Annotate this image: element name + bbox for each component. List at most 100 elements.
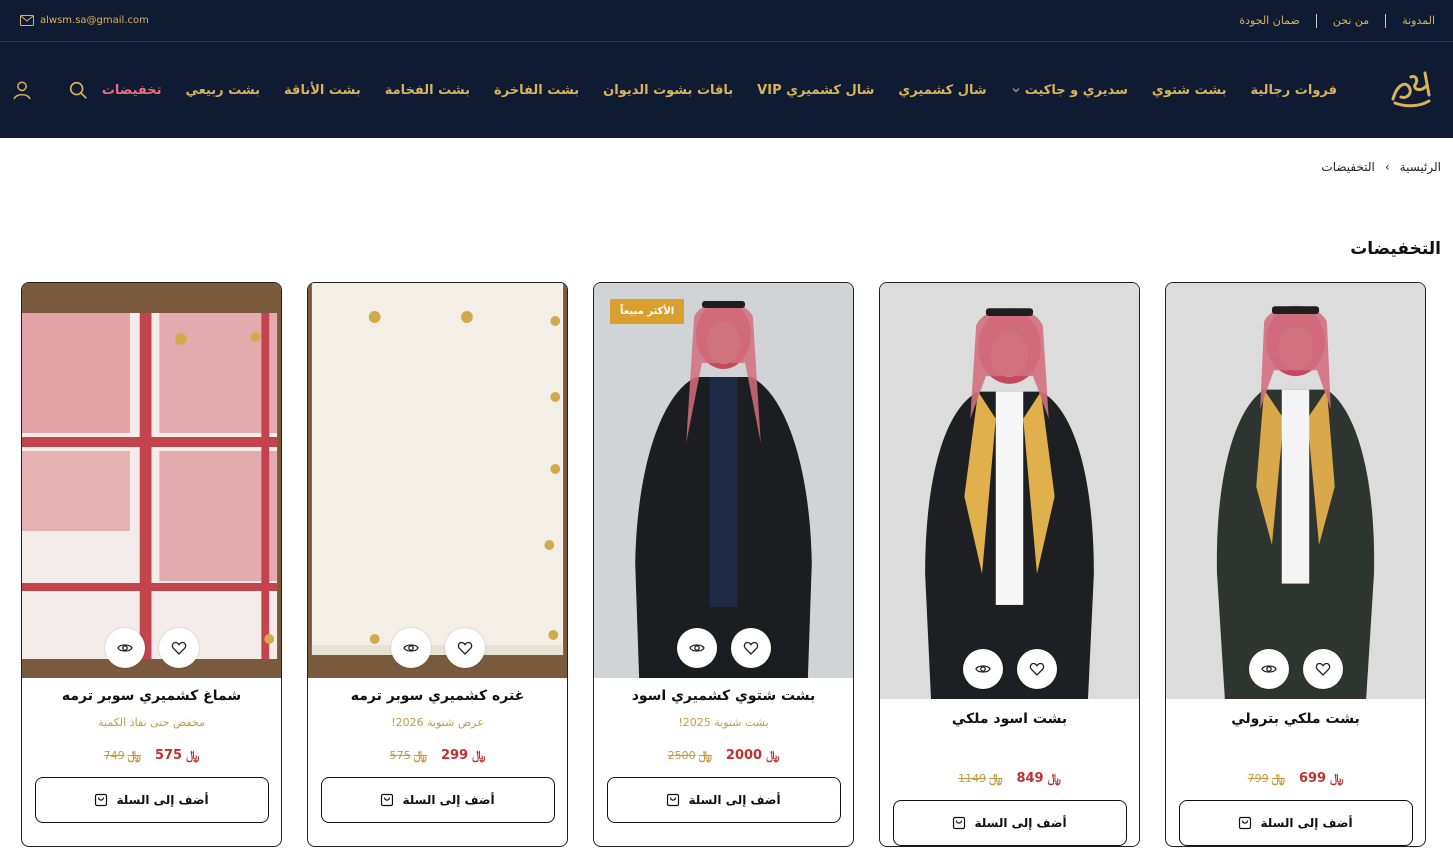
eye-icon <box>402 644 419 652</box>
email-text: alwsm.sa@gmail.com <box>40 15 149 26</box>
product-card[interactable]: شماغ كشميري سوبر ترمه مخفض حتى نفاذ الكم… <box>21 282 282 847</box>
currency-icon: ﷼ <box>472 748 486 762</box>
product-image[interactable] <box>1166 283 1425 699</box>
currency-icon: ﷼ <box>413 748 427 762</box>
product-image[interactable] <box>22 283 281 678</box>
product-photo <box>594 283 853 678</box>
old-price-value: 2500 <box>667 749 696 762</box>
product-image[interactable]: الأكثر مبيعاً <box>594 283 853 678</box>
logo[interactable] <box>1385 62 1435 118</box>
wishlist-button[interactable] <box>730 628 771 668</box>
price-value: 299 <box>440 748 469 763</box>
wishlist-button[interactable] <box>444 628 485 668</box>
product-name[interactable]: شماغ كشميري سوبر ترمه <box>62 688 241 704</box>
nav-menu: فروات رجالية بشت شتوي سديري و جاكيت شال … <box>90 83 1349 98</box>
add-to-cart-button[interactable]: أضف إلى السلة <box>320 777 555 823</box>
bestseller-badge: الأكثر مبيعاً <box>610 299 685 324</box>
nav-item-sadiri[interactable]: سديري و جاكيت <box>999 83 1140 98</box>
add-to-cart-label: أضف إلى السلة <box>974 816 1067 830</box>
wishlist-button[interactable] <box>1302 649 1343 689</box>
quality-link[interactable]: ضمان الجودة <box>1223 14 1315 28</box>
product-photo <box>308 283 567 678</box>
nav-item-luxury-bisht[interactable]: بشت الفاخرة <box>482 83 591 98</box>
breadcrumb: الرئيسية › التخفيضات <box>0 138 1453 174</box>
add-to-cart-label: أضف إلى السلة <box>1260 816 1353 830</box>
product-card[interactable]: الأكثر مبيعاً بشت شتوي كشميري اسود بشت ش… <box>593 282 854 847</box>
price-value: 699 <box>1298 771 1327 786</box>
wishlist-button[interactable] <box>1016 649 1057 689</box>
currency-icon: ﷼ <box>766 748 780 762</box>
top-bar: المدونة من نحن ضمان الجودة alwsm.sa@gmai… <box>0 0 1453 42</box>
product-info: شماغ كشميري سوبر ترمه مخفض حتى نفاذ الكم… <box>22 678 281 846</box>
nav-item-cashmere-vip[interactable]: شال كشميري VIP <box>745 83 886 98</box>
nav-item-elegance-bisht[interactable]: بشت الأناقة <box>272 83 373 98</box>
product-name[interactable]: بشت ملكي بترولي <box>1231 711 1360 727</box>
add-to-cart-button[interactable]: أضف إلى السلة <box>892 800 1127 846</box>
add-to-cart-button[interactable]: أضف إلى السلة <box>34 777 269 823</box>
currency-icon: ﷼ <box>1271 771 1285 785</box>
product-prices: ﷼ 849 ﷼ 1149 <box>958 771 1061 786</box>
quick-view-button[interactable] <box>390 628 431 668</box>
nav-item-furs[interactable]: فروات رجالية <box>1238 83 1349 98</box>
product-grid: بشت ملكي بترولي ﷼ 699 ﷼ 799 أضف إلى السلة <box>21 282 1426 847</box>
price-value: 575 <box>154 748 183 763</box>
currency-icon: ﷼ <box>989 771 1003 785</box>
bag-icon <box>95 793 108 807</box>
product-subtitle: بشت شتوية 2025! <box>678 716 769 729</box>
current-price: ﷼ 699 <box>1299 771 1343 786</box>
page-title: التخفيضات <box>1350 239 1441 259</box>
wishlist-button[interactable] <box>158 628 199 668</box>
product-prices: ﷼ 299 ﷼ 575 <box>390 748 486 763</box>
product-prices: ﷼ 699 ﷼ 799 <box>1248 771 1344 786</box>
product-card[interactable]: بشت اسود ملكي ﷼ 849 ﷼ 1149 أضف إلى السلة <box>879 282 1140 847</box>
account-button[interactable] <box>10 78 34 102</box>
breadcrumb-home[interactable]: الرئيسية <box>1400 160 1441 174</box>
price-value: 2000 <box>725 748 763 763</box>
heart-icon <box>171 641 186 655</box>
nav-item-sale[interactable]: تخفيضات <box>90 83 174 98</box>
mail-icon <box>20 15 34 26</box>
heart-icon <box>743 641 758 655</box>
product-photo <box>880 283 1139 699</box>
search-button[interactable] <box>66 78 90 102</box>
nav-item-diwan-packages[interactable]: باقات بشوت الديوان <box>591 83 745 98</box>
about-link[interactable]: من نحن <box>1315 13 1385 28</box>
quick-actions <box>594 628 853 668</box>
nav-item-winter-bisht[interactable]: بشت شتوي <box>1140 83 1239 98</box>
quick-view-button[interactable] <box>1248 649 1289 689</box>
product-card[interactable]: غتره كشميري سوبر ترمه عرض شتوية 2026! ﷼ 2… <box>307 282 568 847</box>
search-icon <box>69 81 87 99</box>
heart-icon <box>457 641 472 655</box>
logo-mark-icon <box>1391 71 1431 108</box>
eye-icon <box>116 644 133 652</box>
product-image[interactable] <box>880 283 1139 699</box>
product-info: بشت ملكي بترولي ﷼ 699 ﷼ 799 أضف إلى السلة <box>1166 699 1425 846</box>
product-name[interactable]: بشت اسود ملكي <box>952 711 1067 727</box>
product-image[interactable] <box>308 283 567 678</box>
quick-actions <box>22 628 281 668</box>
old-price: ﷼ 749 <box>104 748 141 763</box>
product-card[interactable]: بشت ملكي بترولي ﷼ 699 ﷼ 799 أضف إلى السلة <box>1165 282 1426 847</box>
user-icon <box>13 81 31 100</box>
currency-icon: ﷼ <box>698 748 712 762</box>
quick-view-button[interactable] <box>676 628 717 668</box>
email-contact[interactable]: alwsm.sa@gmail.com <box>20 15 149 26</box>
product-info: غتره كشميري سوبر ترمه عرض شتوية 2026! ﷼ 2… <box>308 678 567 846</box>
nav-item-label: سديري و جاكيت <box>1024 82 1128 98</box>
nav-icons: 1 <box>0 78 90 102</box>
currency-icon: ﷼ <box>1330 771 1344 785</box>
add-to-cart-label: أضف إلى السلة <box>688 793 781 807</box>
quick-view-button[interactable] <box>962 649 1003 689</box>
product-name[interactable]: غتره كشميري سوبر ترمه <box>351 688 525 704</box>
bag-icon <box>1239 816 1252 830</box>
add-to-cart-button[interactable]: أضف إلى السلة <box>1178 800 1413 846</box>
nav-item-grandeur-bisht[interactable]: بشت الفخامة <box>373 83 482 98</box>
currency-icon: ﷼ <box>127 748 141 762</box>
bag-icon <box>953 816 966 830</box>
quick-view-button[interactable] <box>104 628 145 668</box>
add-to-cart-button[interactable]: أضف إلى السلة <box>606 777 841 823</box>
nav-item-cashmere-shawl[interactable]: شال كشميري <box>886 83 998 98</box>
product-name[interactable]: بشت شتوي كشميري اسود <box>632 688 816 704</box>
nav-item-spring-bisht[interactable]: بشت ربيعي <box>173 83 272 98</box>
blog-link[interactable]: المدونة <box>1385 13 1441 28</box>
